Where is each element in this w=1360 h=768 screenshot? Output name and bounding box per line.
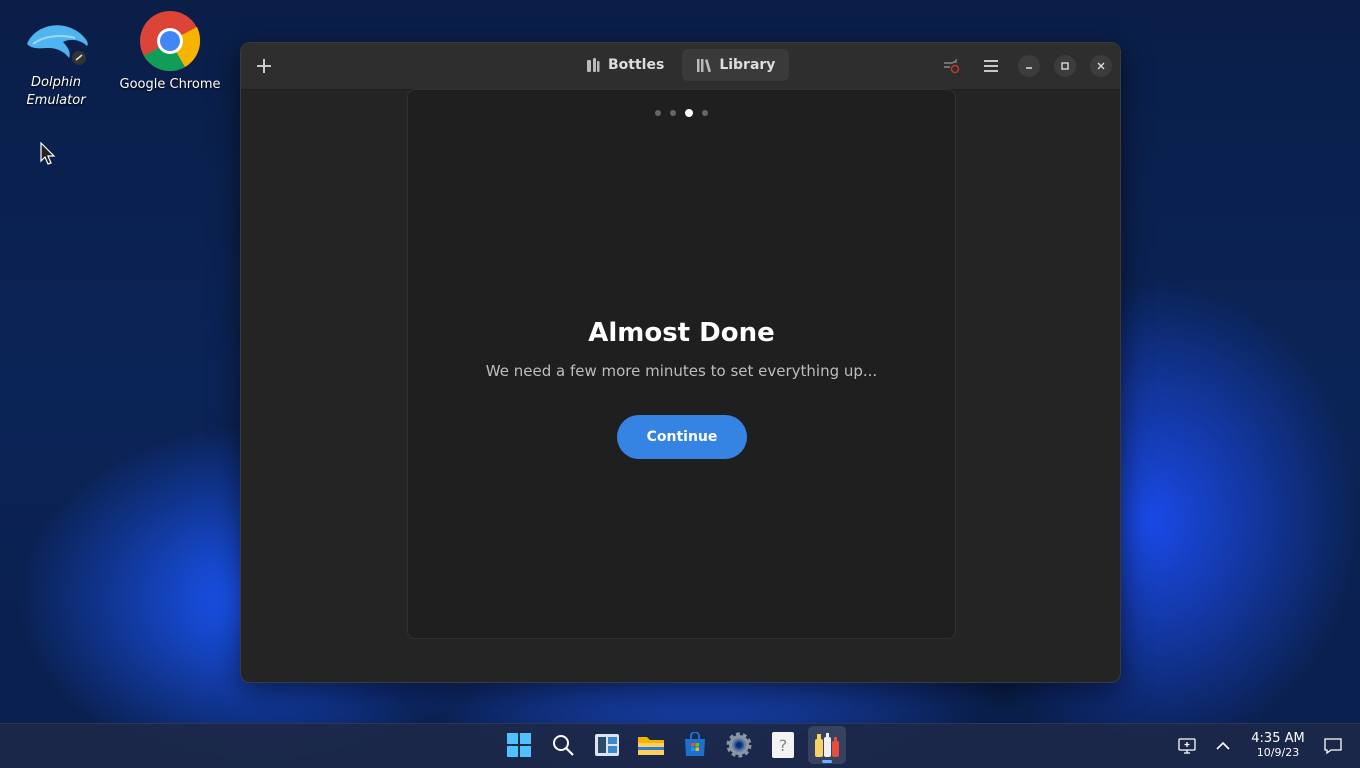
bottles-window: Bottles Library Almost Done We need a fe… bbox=[240, 42, 1121, 683]
taskbar-apps: ? bbox=[500, 726, 846, 764]
minimize-button[interactable] bbox=[1018, 55, 1040, 77]
store-icon bbox=[685, 732, 705, 756]
headerbar: Bottles Library bbox=[241, 43, 1120, 90]
notification-icon bbox=[1324, 738, 1342, 755]
hamburger-menu-icon bbox=[984, 60, 998, 72]
view-switcher: Bottles Library bbox=[571, 49, 790, 83]
show-hidden-icons-button[interactable] bbox=[1210, 733, 1236, 759]
bottles-icon bbox=[587, 58, 600, 72]
bottles-app-icon bbox=[815, 733, 839, 757]
settings-button[interactable] bbox=[720, 726, 758, 764]
carousel-dot[interactable] bbox=[670, 110, 676, 116]
start-button[interactable] bbox=[500, 726, 538, 764]
search-icon bbox=[553, 735, 574, 756]
add-button[interactable] bbox=[251, 53, 277, 79]
library-icon bbox=[697, 59, 712, 73]
clock-time: 4:35 AM bbox=[1251, 731, 1305, 746]
maximize-icon bbox=[1061, 62, 1069, 70]
windows-start-icon bbox=[507, 733, 531, 757]
carousel-dot-active[interactable] bbox=[685, 109, 693, 117]
file-explorer-button[interactable] bbox=[632, 726, 670, 764]
gear-icon bbox=[726, 732, 752, 758]
clock-date: 10/9/23 bbox=[1256, 746, 1300, 759]
dolphin-icon bbox=[27, 25, 88, 65]
notifications-button[interactable] bbox=[1320, 733, 1346, 759]
tab-bottles[interactable]: Bottles bbox=[571, 49, 678, 81]
desktop-icon-label: Dolphin Emulator bbox=[26, 75, 86, 108]
monitor-icon bbox=[1178, 738, 1196, 754]
chrome-icon bbox=[140, 11, 201, 72]
maximize-button[interactable] bbox=[1054, 55, 1076, 77]
onboarding-title: Almost Done bbox=[588, 318, 775, 348]
help-icon: ? bbox=[772, 732, 794, 758]
chevron-up-icon bbox=[1216, 741, 1230, 750]
taskbar: ? 4:35 AM 10/9/23 bbox=[0, 723, 1360, 768]
carousel-indicator bbox=[408, 109, 955, 117]
tasks-icon bbox=[944, 59, 960, 74]
store-button[interactable] bbox=[676, 726, 714, 764]
tab-label: Library bbox=[719, 57, 776, 73]
minimize-icon bbox=[1026, 67, 1032, 69]
search-button[interactable] bbox=[544, 726, 582, 764]
close-icon bbox=[1097, 62, 1105, 70]
folder-icon bbox=[638, 737, 664, 755]
help-button[interactable]: ? bbox=[764, 726, 802, 764]
desktop-icon-dolphin-emulator[interactable]: Dolphin Emulator bbox=[18, 14, 94, 110]
close-button[interactable] bbox=[1090, 55, 1112, 77]
tab-label: Bottles bbox=[608, 57, 665, 73]
system-tray: 4:35 AM 10/9/23 bbox=[1174, 724, 1360, 768]
tab-library[interactable]: Library bbox=[682, 49, 790, 81]
continue-button[interactable]: Continue bbox=[617, 415, 747, 459]
plus-icon bbox=[257, 59, 271, 73]
svg-text:?: ? bbox=[779, 736, 788, 755]
headerbar-right bbox=[938, 53, 1112, 79]
carousel-dot[interactable] bbox=[702, 110, 708, 116]
main-menu-button[interactable] bbox=[978, 53, 1004, 79]
desktop-icon-google-chrome[interactable]: Google Chrome bbox=[118, 10, 222, 94]
desktop-icon-label: Google Chrome bbox=[119, 77, 221, 92]
widgets-icon bbox=[595, 734, 619, 756]
onboarding-subtitle: We need a few more minutes to set everyt… bbox=[485, 362, 878, 380]
display-tray-button[interactable] bbox=[1174, 733, 1200, 759]
onboarding-dialog: Almost Done We need a few more minutes t… bbox=[407, 89, 956, 639]
bottles-taskbar-button[interactable] bbox=[808, 726, 846, 764]
carousel-dot[interactable] bbox=[655, 110, 661, 116]
task-view-button[interactable] bbox=[588, 726, 626, 764]
tasks-button[interactable] bbox=[938, 53, 964, 79]
mouse-cursor-icon bbox=[40, 142, 56, 165]
clock[interactable]: 4:35 AM 10/9/23 bbox=[1246, 732, 1310, 760]
